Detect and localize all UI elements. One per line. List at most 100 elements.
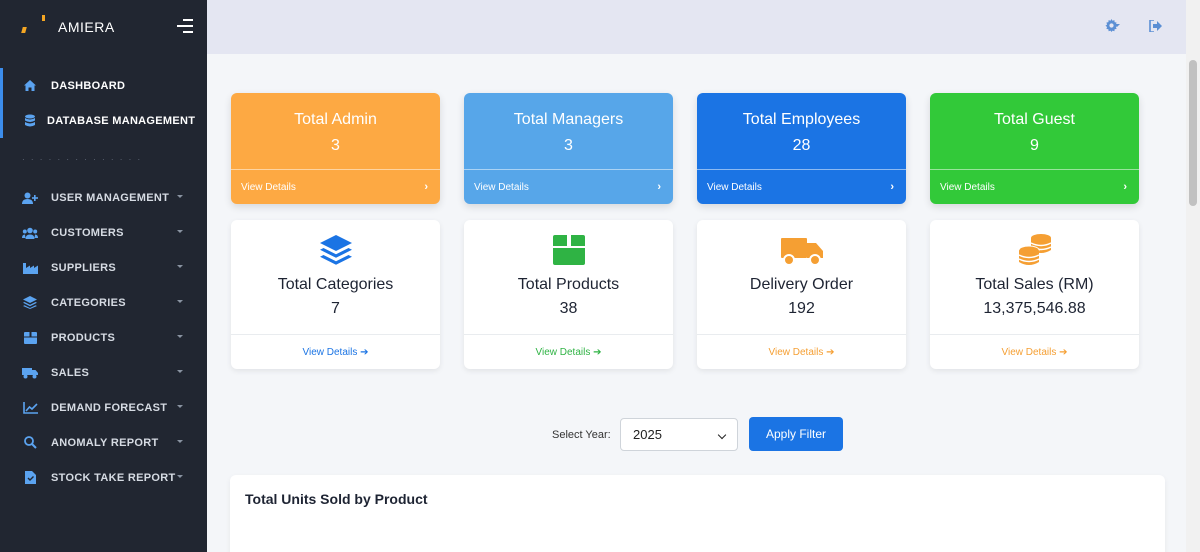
card-value: 9	[1030, 137, 1039, 154]
sidebar-item-dashboard[interactable]: DASHBOARD	[0, 68, 207, 103]
card-title: Total Categories	[277, 276, 394, 293]
card-value: 38	[559, 300, 578, 317]
card-total-guest: Total Guest 9 View Details ›	[930, 93, 1139, 204]
menu-toggle-icon[interactable]	[177, 19, 193, 33]
sidebar-item-label: DEMAND FORECAST	[51, 401, 168, 414]
gear-icon[interactable]	[1105, 19, 1118, 36]
view-details-link[interactable]: View Details ›	[464, 169, 673, 204]
coins-icon	[1017, 232, 1053, 268]
scrollbar-thumb[interactable]	[1189, 60, 1197, 206]
year-filter-label: Select Year:	[552, 429, 611, 441]
arrow-right-icon: ➔	[360, 347, 369, 358]
view-details-link[interactable]: View Details ➔	[464, 334, 673, 369]
page-scrollbar[interactable]	[1186, 0, 1200, 552]
card-total-admin: Total Admin 3 View Details ›	[231, 93, 440, 204]
apply-filter-button[interactable]: Apply Filter	[749, 417, 843, 451]
card-total-products: Total Products 38 View Details ➔	[464, 220, 673, 369]
card-total-categories: Total Categories 7 View Details ➔	[231, 220, 440, 369]
card-title: Total Guest	[994, 111, 1075, 128]
units-sold-chart-card: Total Units Sold by Product	[230, 475, 1165, 552]
brand[interactable]: AMIERA	[0, 0, 207, 54]
view-details-label: View Details	[302, 347, 358, 358]
sidebar-item-database-management[interactable]: DATABASE MANAGEMENT	[0, 103, 207, 138]
chevron-down-icon	[717, 430, 727, 440]
sidebar-item-label: DATABASE MANAGEMENT	[47, 114, 196, 127]
sidebar-item-products[interactable]: PRODUCTS	[0, 320, 207, 355]
card-total-managers: Total Managers 3 View Details ›	[464, 93, 673, 204]
box-icon	[551, 232, 587, 268]
card-value: 3	[564, 137, 573, 154]
chevron-down-icon	[177, 195, 183, 198]
view-details-label: View Details	[940, 181, 995, 193]
chevron-right-icon: ›	[890, 181, 894, 193]
arrow-right-icon: ➔	[1059, 347, 1068, 358]
sidebar-item-anomaly-report[interactable]: ANOMALY REPORT	[0, 425, 207, 460]
sidebar-item-customers[interactable]: CUSTOMERS	[0, 215, 207, 250]
card-title: Delivery Order	[749, 276, 854, 293]
card-title: Total Managers	[513, 111, 624, 128]
card-title: Total Admin	[294, 111, 377, 128]
search-icon	[22, 436, 38, 450]
sidebar-nav: DASHBOARD DATABASE MANAGEMENT · · · · · …	[0, 68, 207, 495]
sidebar-item-categories[interactable]: CATEGORIES	[0, 285, 207, 320]
chevron-down-icon	[177, 335, 183, 338]
database-icon	[22, 114, 38, 128]
arrow-right-icon: ➔	[826, 347, 835, 358]
view-details-link[interactable]: View Details ›	[930, 169, 1139, 204]
year-select[interactable]: 2025	[620, 418, 738, 451]
view-details-label: View Details	[768, 347, 824, 358]
sidebar-item-label: USER MANAGEMENT	[51, 191, 170, 204]
chevron-down-icon	[177, 370, 183, 373]
chevron-down-icon	[177, 475, 183, 478]
view-details-link[interactable]: View Details ➔	[697, 334, 906, 369]
chevron-down-icon[interactable]	[1114, 24, 1120, 27]
card-title: Total Products	[517, 276, 620, 293]
view-details-link[interactable]: View Details ➔	[930, 334, 1139, 369]
card-delivery-order: Delivery Order 192 View Details ➔	[697, 220, 906, 369]
home-icon	[22, 79, 38, 93]
sidebar-item-label: SUPPLIERS	[51, 261, 117, 274]
view-details-link[interactable]: View Details ›	[697, 169, 906, 204]
card-title: Total Employees	[742, 111, 861, 128]
sidebar-section-divider: · · · · · · · · · · · · · ·	[22, 154, 143, 164]
chevron-down-icon	[177, 230, 183, 233]
brand-logo-icon	[20, 15, 50, 39]
view-details-label: View Details	[241, 181, 296, 193]
user-plus-icon	[22, 191, 38, 205]
sidebar: AMIERA DASHBOARD DATABASE MANAGEMENT · ·…	[0, 0, 207, 552]
layers-icon	[318, 232, 354, 268]
box-icon	[22, 331, 38, 345]
year-select-value: 2025	[633, 427, 662, 442]
sidebar-item-sales[interactable]: SALES	[0, 355, 207, 390]
sidebar-item-stock-take-report[interactable]: STOCK TAKE REPORT	[0, 460, 207, 495]
chevron-down-icon	[177, 300, 183, 303]
chart-line-icon	[22, 401, 38, 415]
chevron-down-icon	[177, 440, 183, 443]
sidebar-item-user-management[interactable]: USER MANAGEMENT	[0, 180, 207, 215]
chevron-down-icon	[177, 405, 183, 408]
chevron-right-icon: ›	[1123, 181, 1127, 193]
logout-icon[interactable]	[1149, 19, 1162, 35]
sidebar-item-label: CATEGORIES	[51, 296, 126, 309]
card-total-sales: Total Sales (RM) 13,375,546.88 View Deta…	[930, 220, 1139, 369]
sidebar-item-suppliers[interactable]: SUPPLIERS	[0, 250, 207, 285]
users-icon	[22, 226, 38, 240]
card-value: 3	[331, 137, 340, 154]
view-details-link[interactable]: View Details ›	[231, 169, 440, 204]
topbar	[207, 0, 1200, 54]
chart-title: Total Units Sold by Product	[245, 491, 428, 507]
card-total-employees: Total Employees 28 View Details ›	[697, 93, 906, 204]
truck-icon	[22, 366, 38, 380]
view-details-link[interactable]: View Details ➔	[231, 334, 440, 369]
chevron-right-icon: ›	[657, 181, 661, 193]
chevron-down-icon	[177, 265, 183, 268]
sidebar-item-label: ANOMALY REPORT	[51, 436, 159, 449]
brand-name: AMIERA	[58, 19, 115, 35]
view-details-label: View Details	[707, 181, 762, 193]
view-details-label: View Details	[1001, 347, 1057, 358]
sidebar-item-demand-forecast[interactable]: DEMAND FORECAST	[0, 390, 207, 425]
truck-icon	[780, 232, 824, 268]
view-details-label: View Details	[474, 181, 529, 193]
sidebar-item-label: PRODUCTS	[51, 331, 116, 344]
card-value: 28	[792, 137, 811, 154]
